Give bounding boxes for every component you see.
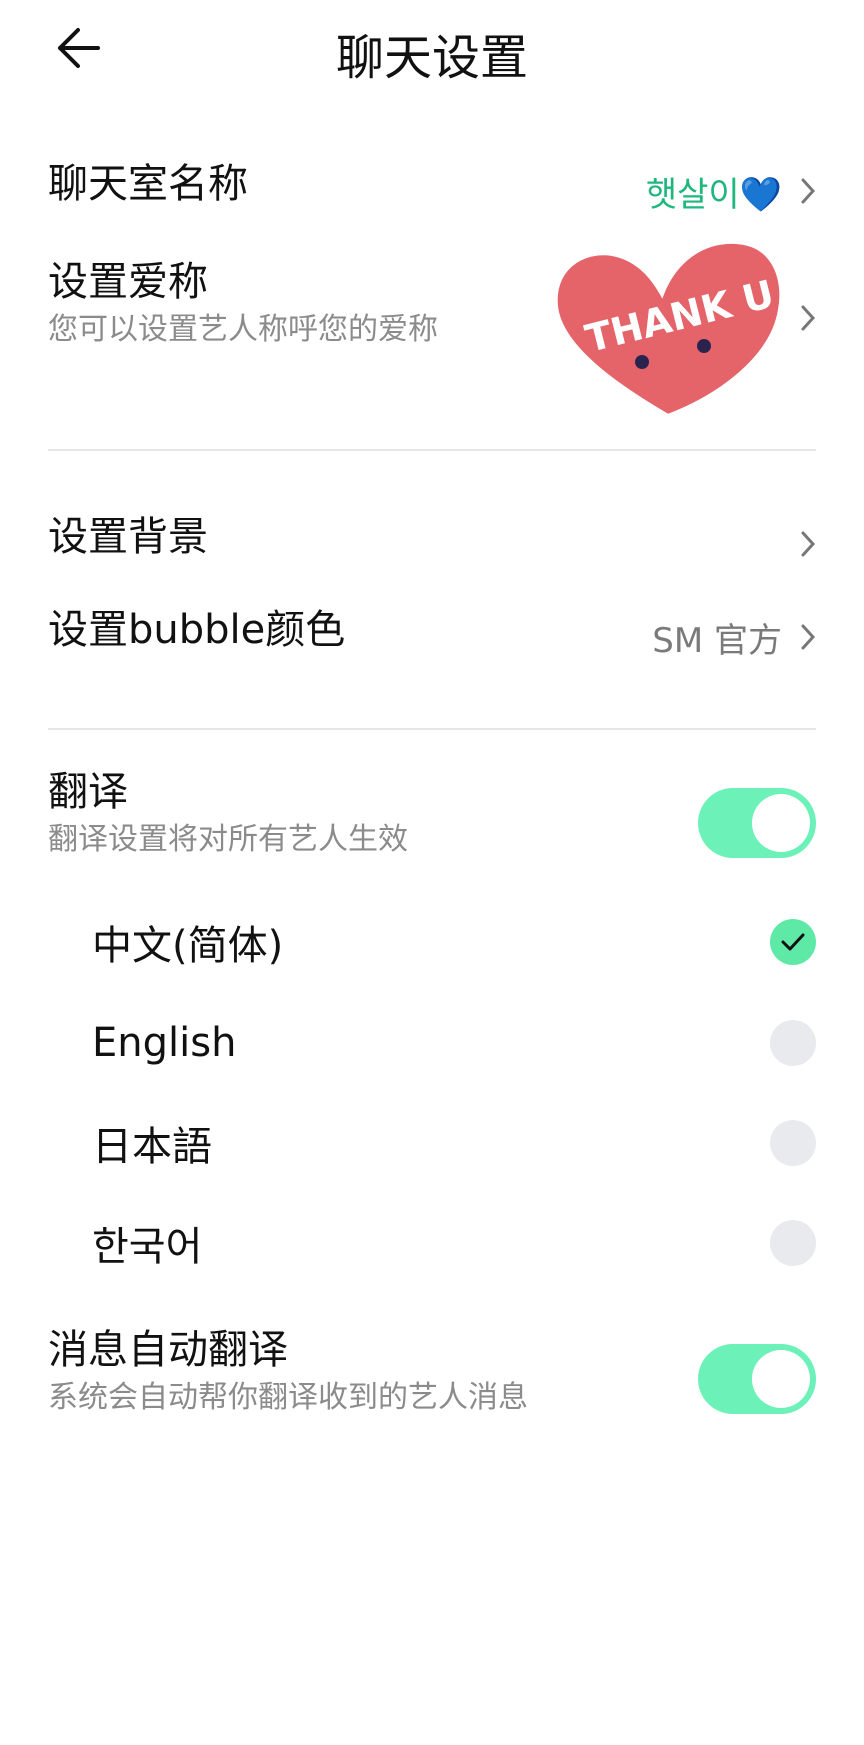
radio-checked[interactable]: [770, 919, 816, 965]
language-option-japanese[interactable]: 日本語: [92, 1103, 816, 1183]
bubble-color-row[interactable]: 设置bubble颜色 SM 官方: [48, 606, 816, 668]
language-name: 한국어: [92, 1224, 203, 1270]
language-name: 日本語: [92, 1124, 212, 1170]
language-option-korean[interactable]: 한국어: [92, 1203, 816, 1283]
auto-translate-row: 消息自动翻译 系统会自动帮你翻译收到的艺人消息: [48, 1326, 816, 1436]
auto-translate-toggle[interactable]: [698, 1344, 816, 1414]
top-bar: 聊天设置: [0, 0, 864, 96]
page-title: 聊天设置: [335, 30, 528, 86]
chevron-right-icon: [801, 531, 816, 557]
translation-row: 翻译 翻译设置将对所有艺人生效: [48, 768, 816, 878]
toggle-knob: [752, 794, 810, 852]
chevron-right-icon: [801, 178, 816, 204]
background-label: 设置背景: [48, 514, 208, 560]
thank-you-heart-sticker: THANK U: [550, 228, 790, 428]
section-divider: [48, 449, 816, 451]
chevron-right-icon: [801, 305, 816, 331]
radio-unchecked[interactable]: [770, 1220, 816, 1266]
radio-unchecked[interactable]: [770, 1020, 816, 1066]
language-option-english[interactable]: English: [92, 1003, 816, 1083]
language-name: 中文(简体): [92, 923, 284, 969]
language-name: English: [92, 1020, 237, 1066]
toggle-knob: [752, 1350, 810, 1408]
background-row[interactable]: 设置背景: [48, 513, 816, 575]
room-name-row[interactable]: 聊天室名称 햇살이💙: [48, 160, 816, 222]
section-divider: [48, 728, 816, 730]
room-name-value: 햇살이💙: [645, 174, 782, 215]
checkmark-icon: [781, 933, 805, 951]
chevron-right-icon: [801, 624, 816, 650]
bubble-color-value: SM 官方: [652, 620, 782, 661]
radio-unchecked[interactable]: [770, 1120, 816, 1166]
translation-toggle[interactable]: [698, 788, 816, 858]
language-option-chinese[interactable]: 中文(简体): [92, 902, 816, 982]
